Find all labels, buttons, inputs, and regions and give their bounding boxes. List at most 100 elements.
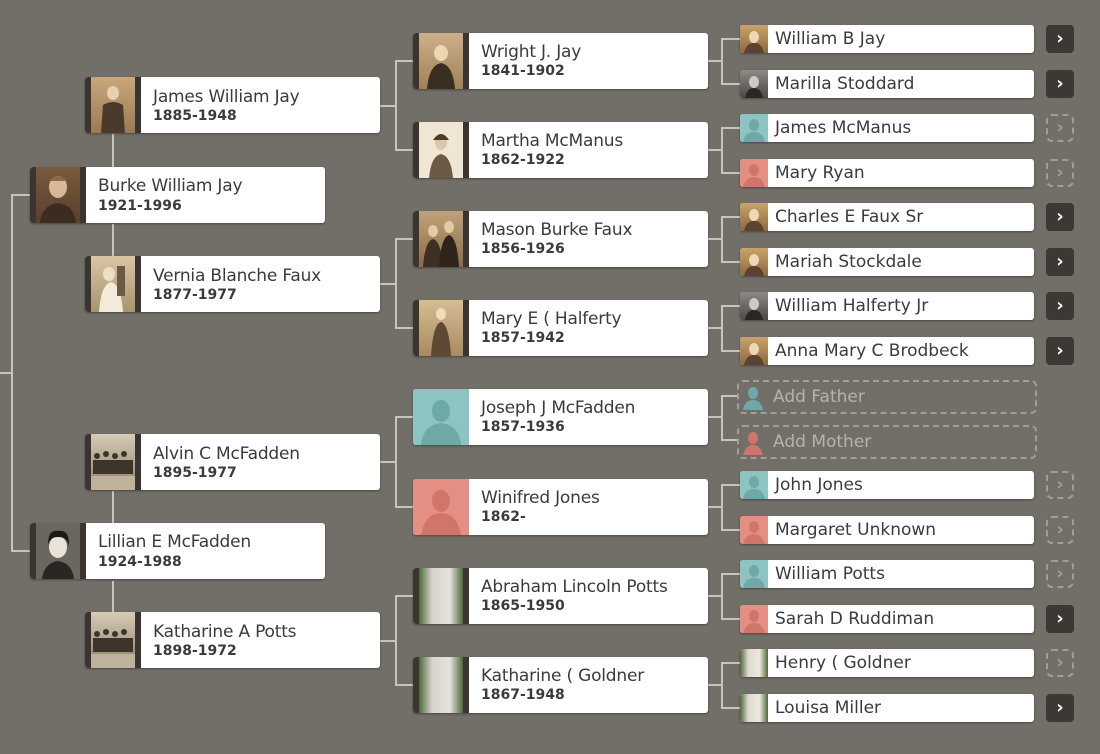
photo-sepia-icon: [740, 25, 768, 53]
expand-arrow-button[interactable]: ›: [1046, 70, 1074, 98]
person-dates: 1867-1948: [481, 687, 565, 703]
expand-arrow-button[interactable]: ›: [1046, 694, 1074, 722]
ancestor-name: John Jones: [775, 475, 863, 495]
ancestor-card[interactable]: Marilla Stoddard: [740, 70, 1034, 98]
grave-photo: [413, 657, 469, 713]
person-dates: 1865-1950: [481, 598, 565, 614]
ancestor-name: Charles E Faux Sr: [775, 207, 924, 227]
person-card-root[interactable]: Burke William Jay 1921-1996: [30, 167, 325, 223]
ancestor-card[interactable]: Charles E Faux Sr: [740, 203, 1034, 231]
expand-arrow-button[interactable]: ›: [1046, 25, 1074, 53]
add-male-icon: [741, 384, 765, 410]
portrait-photo: [413, 33, 469, 89]
female-placeholder-photo: [413, 479, 469, 535]
ancestor-name: James McManus: [775, 118, 912, 138]
ancestor-card[interactable]: Anna Mary C Brodbeck: [740, 337, 1034, 365]
female-placeholder-icon: [740, 516, 768, 544]
portrait-photo: [413, 122, 469, 178]
ancestor-name: Anna Mary C Brodbeck: [775, 341, 969, 361]
person-card-gp1[interactable]: Wright J. Jay 1841-1902: [413, 33, 708, 89]
photo-sepia-icon: [740, 248, 768, 276]
photo-dark-icon: [740, 292, 768, 320]
portrait-photo: [413, 211, 469, 267]
person-card-parent4[interactable]: Katharine A Potts 1898-1972: [85, 612, 380, 668]
ancestor-name: Add Mother: [773, 432, 872, 452]
person-card-gp7[interactable]: Abraham Lincoln Potts 1865-1950: [413, 568, 708, 624]
person-card-gp8[interactable]: Katharine ( Goldner 1867-1948: [413, 657, 708, 713]
expand-arrow-button[interactable]: ›: [1046, 292, 1074, 320]
person-dates: 1856-1926: [481, 241, 565, 257]
person-name: Katharine ( Goldner: [481, 666, 645, 686]
photo-dark-icon: [740, 70, 768, 98]
expand-empty-icon[interactable]: ›: [1046, 114, 1074, 142]
ancestor-card[interactable]: William Halferty Jr: [740, 292, 1034, 320]
expand-arrow-button[interactable]: ›: [1046, 605, 1074, 633]
pedigree-chart: Burke William Jay 1921-1996 Lillian E Mc…: [0, 0, 1100, 754]
ancestor-name: Mary Ryan: [775, 163, 865, 183]
add-mother-button[interactable]: Add Mother: [737, 425, 1037, 459]
add-father-button[interactable]: Add Father: [737, 380, 1037, 414]
person-name: Alvin C McFadden: [153, 444, 300, 464]
male-placeholder-photo: [413, 389, 469, 445]
ancestor-card[interactable]: Sarah D Ruddiman: [740, 605, 1034, 633]
female-placeholder-icon: [740, 159, 768, 187]
ancestor-name: William Halferty Jr: [775, 296, 929, 316]
expand-empty-icon[interactable]: ›: [1046, 159, 1074, 187]
ancestor-card[interactable]: John Jones: [740, 471, 1034, 499]
expand-empty-icon[interactable]: ›: [1046, 649, 1074, 677]
expand-empty-icon[interactable]: ›: [1046, 560, 1074, 588]
person-dates: 1885-1948: [153, 108, 237, 124]
ancestor-card[interactable]: Margaret Unknown: [740, 516, 1034, 544]
ancestor-name: William B Jay: [775, 29, 886, 49]
person-card-gp3[interactable]: Mason Burke Faux 1856-1926: [413, 211, 708, 267]
photo-sepia-icon: [740, 203, 768, 231]
person-name: Martha McManus: [481, 131, 624, 151]
ancestor-card[interactable]: William B Jay: [740, 25, 1034, 53]
ancestor-card[interactable]: Louisa Miller: [740, 694, 1034, 722]
male-placeholder-icon: [740, 471, 768, 499]
person-card-gp6[interactable]: Winifred Jones 1862-: [413, 479, 708, 535]
photo-sepia-icon: [740, 337, 768, 365]
person-dates: 1895-1977: [153, 465, 237, 481]
ancestor-name: Add Father: [773, 387, 865, 407]
ancestor-name: Marilla Stoddard: [775, 74, 915, 94]
person-dates: 1877-1977: [153, 287, 237, 303]
expand-empty-icon[interactable]: ›: [1046, 471, 1074, 499]
person-dates: 1924-1988: [98, 554, 182, 570]
person-dates: 1898-1972: [153, 643, 237, 659]
expand-empty-icon[interactable]: ›: [1046, 516, 1074, 544]
person-card-gp5[interactable]: Joseph J McFadden 1857-1936: [413, 389, 708, 445]
person-name: Vernia Blanche Faux: [153, 266, 322, 286]
person-dates: 1862-: [481, 509, 526, 525]
person-name: Wright J. Jay: [481, 42, 582, 62]
ancestor-name: Louisa Miller: [775, 698, 882, 718]
person-card-gp4[interactable]: Mary E ( Halferty 1857-1942: [413, 300, 708, 356]
ancestor-card[interactable]: Henry ( Goldner: [740, 649, 1034, 677]
expand-arrow-button[interactable]: ›: [1046, 203, 1074, 231]
person-card-parent3[interactable]: Alvin C McFadden 1895-1977: [85, 434, 380, 490]
expand-arrow-button[interactable]: ›: [1046, 248, 1074, 276]
expand-arrow-button[interactable]: ›: [1046, 337, 1074, 365]
portrait-photo: [30, 167, 86, 223]
person-dates: 1862-1922: [481, 152, 565, 168]
portrait-photo: [85, 256, 141, 312]
person-card-gp2[interactable]: Martha McManus 1862-1922: [413, 122, 708, 178]
ancestor-card[interactable]: Mary Ryan: [740, 159, 1034, 187]
ancestor-card[interactable]: William Potts: [740, 560, 1034, 588]
ancestor-card[interactable]: James McManus: [740, 114, 1034, 142]
ancestor-card[interactable]: Mariah Stockdale: [740, 248, 1034, 276]
ancestor-name: Margaret Unknown: [775, 520, 937, 540]
person-card-parent2[interactable]: Vernia Blanche Faux 1877-1977: [85, 256, 380, 312]
portrait-photo: [85, 77, 141, 133]
person-dates: 1857-1942: [481, 330, 565, 346]
person-card-spouse[interactable]: Lillian E McFadden 1924-1988: [30, 523, 325, 579]
portrait-photo: [413, 300, 469, 356]
ancestor-name: William Potts: [775, 564, 885, 584]
photo-grave-icon: [740, 649, 768, 677]
female-placeholder-icon: [740, 605, 768, 633]
male-placeholder-icon: [740, 114, 768, 142]
person-card-parent1[interactable]: James William Jay 1885-1948: [85, 77, 380, 133]
ancestor-name: Mariah Stockdale: [775, 252, 922, 272]
person-name: James William Jay: [153, 87, 300, 107]
male-placeholder-icon: [740, 560, 768, 588]
